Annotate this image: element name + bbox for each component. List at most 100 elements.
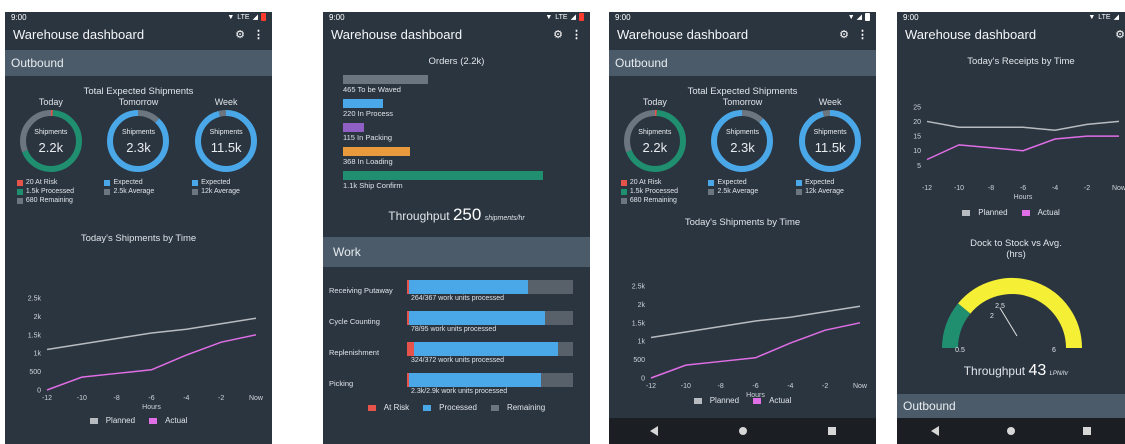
remaining-swatch xyxy=(490,404,499,411)
legend-text: Expected xyxy=(113,179,143,186)
y-tick-label: 20 xyxy=(913,119,921,126)
gauge-mid-label: 2 xyxy=(990,313,994,320)
section-outbound[interactable]: Outbound xyxy=(897,394,1125,418)
work-bar-box: 324/372 work units processed xyxy=(407,341,573,364)
ring-label: Week xyxy=(214,97,238,107)
gauge-needle xyxy=(999,307,1018,337)
recents-icon[interactable] xyxy=(827,427,836,435)
y-tick-label: 1k xyxy=(638,339,646,346)
legend-swatch xyxy=(620,179,627,186)
legend-text: 2.5k Average xyxy=(717,188,759,195)
back-icon[interactable] xyxy=(931,426,939,436)
system-nav-bar xyxy=(897,418,1125,444)
ring-legend-item: 2.5k Average xyxy=(104,187,154,196)
x-tick-label: Now xyxy=(249,395,264,402)
work-row[interactable]: Replenishment 324/372 work units processe… xyxy=(323,337,590,368)
section-outbound[interactable]: Outbound xyxy=(609,50,876,76)
shipments-line-chart: 05001k1.5k2k2.5k-12 -10 -8 -6 -4 -2 NowHours xyxy=(632,284,868,400)
legend-text: 680 Remaining xyxy=(629,197,677,204)
donut-ring: Shipments 11.5k xyxy=(194,109,258,173)
work-row[interactable]: Receiving Putaway 264/367 work units proc… xyxy=(323,275,590,306)
ring-legend-item: 1.5k Processed xyxy=(16,187,74,196)
donut-ring: Shipments 2.3k xyxy=(710,109,774,173)
ring-legend-item: 12k Average xyxy=(796,187,844,196)
processed-fill xyxy=(408,310,545,325)
x-tick-label: -2 xyxy=(218,395,224,402)
status-bar: 9:00 ▼ LTE ◢ xyxy=(323,12,590,22)
receipts-chart-legend: Planned Actual xyxy=(897,208,1125,217)
settings-icon[interactable]: ⚙ xyxy=(553,28,563,41)
ring-1: Tomorrow Shipments 2.3k Expected 2.5k Averag… xyxy=(702,97,782,205)
processed-fill xyxy=(408,279,529,294)
x-tick-label: -10 xyxy=(681,383,691,390)
ring-legend-item: 680 Remaining xyxy=(620,196,678,205)
x-tick-label: -6 xyxy=(148,395,154,402)
y-tick-label: 10 xyxy=(913,148,921,155)
legend-swatch xyxy=(708,188,715,195)
ring-legend-item: 20 At Risk xyxy=(16,178,74,187)
x-tick-label: -4 xyxy=(787,383,793,390)
gauge-max-label: 6 xyxy=(1052,347,1056,354)
work-row[interactable]: Picking 2.3k/2.9k work units processed xyxy=(323,368,590,399)
work-rows: Receiving Putaway 264/367 work units proc… xyxy=(323,275,590,399)
ring-2: Week Shipments 11.5k Expected 12k Average xyxy=(790,97,870,205)
settings-icon[interactable]: ⚙ xyxy=(839,28,849,41)
work-row[interactable]: Cycle Counting 78/95 work units processed xyxy=(323,306,590,337)
settings-icon[interactable]: ⚙ xyxy=(1115,28,1125,41)
gauge-title: Dock to Stock vs Avg. xyxy=(970,238,1062,249)
ring-legend-item: 20 At Risk xyxy=(620,178,678,187)
gauge-subtitle: (hrs) xyxy=(1006,249,1026,260)
legend-text: 20 At Risk xyxy=(629,179,662,186)
ring-value: 2.3k xyxy=(730,140,755,155)
back-icon[interactable] xyxy=(649,426,658,436)
legend-swatch xyxy=(192,179,199,186)
work-bar-box: 264/367 work units processed xyxy=(407,279,573,302)
legend-text: 12k Average xyxy=(201,188,240,195)
donut-ring: Shipments 2.2k xyxy=(19,109,83,173)
work-label: Picking xyxy=(329,379,354,388)
app-title: Warehouse dashboard xyxy=(13,26,145,42)
ring-sub: Shipments xyxy=(725,129,760,136)
more-menu-icon[interactable]: ⋮ xyxy=(857,28,868,41)
at-risk-swatch xyxy=(367,404,376,411)
gauge-arc-low xyxy=(942,303,971,349)
app-title: Warehouse dashboard xyxy=(905,26,1037,42)
ring-label: Tomorrow xyxy=(118,97,159,107)
x-tick-label: -8 xyxy=(114,395,120,402)
home-icon[interactable] xyxy=(1007,427,1015,435)
signal-icon: ▼ LTE ◢ xyxy=(1088,13,1119,22)
y-tick-label: 500 xyxy=(633,357,645,364)
ring-label: Week xyxy=(818,97,842,107)
section-outbound[interactable]: Outbound xyxy=(5,50,272,76)
receipts-chart-title: Today's Receipts by Time xyxy=(967,56,1075,67)
rings: Today Shipments 2.2k 20 At Risk 1.5k Process… xyxy=(609,97,876,205)
y-tick-label: 2k xyxy=(638,302,646,309)
battery-icon xyxy=(261,13,266,21)
actual-swatch xyxy=(1021,209,1030,216)
ring-legend: Expected 2.5k Average xyxy=(98,178,154,196)
home-icon[interactable] xyxy=(738,427,747,435)
series-line-actual xyxy=(926,135,1119,161)
more-menu-icon[interactable]: ⋮ xyxy=(253,28,264,41)
ring-legend-item: Expected xyxy=(796,178,844,187)
section-work[interactable]: Work xyxy=(323,237,590,267)
status-bar: 9:00 ▼ ◢ xyxy=(609,12,876,22)
app-title: Warehouse dashboard xyxy=(617,26,749,42)
orders-bar-label: 465 To be Waved xyxy=(343,85,401,94)
work-sub: 264/367 work units processed xyxy=(411,294,504,302)
ring-0: Today Shipments 2.2k 20 At Risk 1.5k Process… xyxy=(615,97,695,205)
shipments-chart-title: Today's Shipments by Time xyxy=(80,233,197,244)
work-bar xyxy=(407,372,573,387)
work-bar xyxy=(407,341,573,356)
x-axis-label: Hours xyxy=(142,404,161,411)
dock-to-stock-gauge: 0.5 22.5 6 xyxy=(942,278,1082,354)
legend-text: Expected xyxy=(201,179,231,186)
settings-icon[interactable]: ⚙ xyxy=(235,28,245,41)
more-menu-icon[interactable]: ⋮ xyxy=(571,28,582,41)
recents-icon[interactable] xyxy=(1083,427,1091,435)
actual-swatch xyxy=(753,397,762,404)
ring-label: Today xyxy=(38,97,63,107)
work-legend: At Risk Processed Remaining xyxy=(323,403,590,412)
